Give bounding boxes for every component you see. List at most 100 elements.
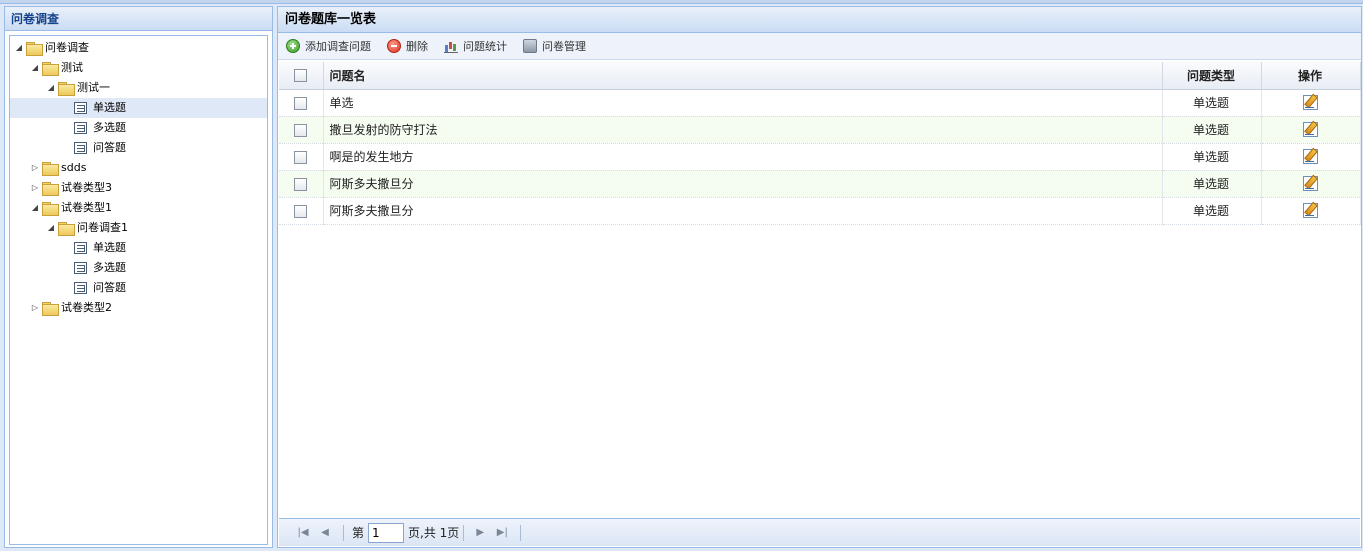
question-type-cell: 单选题 — [1162, 197, 1262, 225]
table-row[interactable]: 单选 单选题 — [279, 89, 1361, 117]
edit-icon[interactable] — [1302, 176, 1318, 191]
folder-icon — [26, 42, 43, 56]
tree-node[interactable]: ◢ 测试一 — [10, 78, 267, 98]
last-page-icon[interactable]: ▶| — [494, 525, 510, 541]
collapse-arrow-icon[interactable]: ◢ — [14, 38, 24, 58]
tree-node[interactable]: ▷ 试卷类型3 — [10, 178, 267, 198]
survey-tree-panel: 问卷调查 ◢ 问卷调查 ◢ 测试 ◢ 测试一 单选题 多选题 问答题 ▷ sdds ▷ 试卷类型3 ◢ 试卷… — [4, 6, 273, 548]
select-all-cell — [279, 62, 324, 90]
page-number-input[interactable] — [368, 522, 405, 543]
folder-icon — [42, 302, 59, 316]
folder-icon — [42, 62, 59, 76]
survey-manage-button[interactable]: 问卷管理 — [523, 35, 586, 57]
tree-node-label: 问答题 — [93, 281, 126, 294]
prev-page-icon[interactable]: ◀ — [317, 525, 333, 541]
pager-separator — [343, 524, 344, 541]
tree-node[interactable]: ▷ 试卷类型2 — [10, 298, 267, 318]
add-question-button[interactable]: 添加调查问题 — [286, 35, 371, 57]
collapse-arrow-icon[interactable]: ◢ — [30, 58, 40, 78]
manage-icon — [523, 39, 537, 53]
expand-arrow-icon[interactable]: ▷ — [30, 178, 40, 198]
tree-node[interactable]: 多选题 — [10, 118, 267, 138]
delete-button[interactable]: 删除 — [387, 35, 428, 57]
tree-node[interactable]: 问答题 — [10, 278, 267, 298]
question-bank-panel: 问卷题库一览表 添加调查问题 删除 问题统计 问卷管理 问题名 问题类型 操作 … — [277, 6, 1362, 548]
edit-icon[interactable] — [1302, 95, 1318, 110]
tree-node-label: 多选题 — [93, 121, 126, 134]
tree-node[interactable]: ◢ 试卷类型1 — [10, 198, 267, 218]
delete-icon — [387, 39, 401, 53]
row-checkbox[interactable] — [293, 96, 307, 110]
action-cell — [1261, 170, 1361, 198]
tree-node-label: 单选题 — [93, 101, 126, 114]
bar-chart-icon — [444, 39, 458, 53]
pagination-bar: |◀ ◀ 第 页,共 1页 ▶ ▶| — [279, 518, 1360, 546]
row-select-cell — [279, 143, 324, 171]
header-question-name[interactable]: 问题名 — [323, 62, 1163, 90]
tree-node[interactable]: 单选题 — [10, 238, 267, 258]
folder-icon — [58, 222, 75, 236]
row-select-cell — [279, 170, 324, 198]
action-cell — [1261, 143, 1361, 171]
table-row[interactable]: 啊是的发生地方 单选题 — [279, 143, 1361, 171]
row-checkbox[interactable] — [293, 150, 307, 164]
folder-icon — [42, 162, 59, 176]
question-stats-button[interactable]: 问题统计 — [444, 35, 507, 57]
row-checkbox[interactable] — [293, 204, 307, 218]
tree-node[interactable]: 多选题 — [10, 258, 267, 278]
tree-node[interactable]: ◢ 问卷调查 — [10, 38, 267, 58]
expand-arrow-icon[interactable]: ▷ — [30, 298, 40, 318]
folder-icon — [58, 82, 75, 96]
collapse-arrow-icon[interactable]: ◢ — [46, 218, 56, 238]
edit-icon[interactable] — [1302, 149, 1318, 164]
tree-node-label: sdds — [61, 161, 87, 174]
row-checkbox[interactable] — [293, 123, 307, 137]
select-all-checkbox[interactable] — [293, 69, 307, 83]
tree-node-label: 多选题 — [93, 261, 126, 274]
tree-node-label: 问答题 — [93, 141, 126, 154]
survey-manage-label: 问卷管理 — [542, 40, 586, 53]
header-action: 操作 — [1261, 62, 1361, 90]
table-row[interactable]: 阿斯多夫撒旦分 单选题 — [279, 170, 1361, 198]
tree-node[interactable]: 单选题 — [10, 98, 267, 118]
question-grid: 问题名 问题类型 操作 单选 单选题 撒旦发射的防守打法 单选题 啊是的发生地方 单选题阿… — [279, 62, 1361, 225]
question-type-cell: 单选题 — [1162, 143, 1262, 171]
row-select-cell — [279, 197, 324, 225]
question-type-cell: 单选题 — [1162, 170, 1262, 198]
row-select-cell — [279, 116, 324, 144]
collapse-arrow-icon[interactable]: ◢ — [30, 198, 40, 218]
top-border — [0, 0, 1363, 4]
question-bank-title: 问卷题库一览表 — [278, 7, 1361, 33]
pager-separator — [463, 524, 465, 541]
question-type-icon — [74, 142, 87, 154]
tree-node[interactable]: ▷ sdds — [10, 158, 267, 178]
question-name-cell: 撒旦发射的防守打法 — [323, 116, 1163, 144]
row-checkbox[interactable] — [293, 177, 307, 191]
tree-node[interactable]: 问答题 — [10, 138, 267, 158]
first-page-icon[interactable]: |◀ — [295, 525, 311, 541]
table-row[interactable]: 撒旦发射的防守打法 单选题 — [279, 116, 1361, 144]
tree-node[interactable]: ◢ 测试 — [10, 58, 267, 78]
question-name-cell: 阿斯多夫撒旦分 — [323, 170, 1163, 198]
header-question-type[interactable]: 问题类型 — [1162, 62, 1262, 90]
expand-arrow-icon[interactable]: ▷ — [30, 158, 40, 178]
grid-header-row: 问题名 问题类型 操作 — [279, 62, 1361, 90]
add-question-label: 添加调查问题 — [305, 40, 371, 53]
question-name-cell: 单选 — [323, 89, 1163, 117]
collapse-arrow-icon[interactable]: ◢ — [46, 78, 56, 98]
question-type-icon — [74, 262, 87, 274]
tree-node[interactable]: ◢ 问卷调查1 — [10, 218, 267, 238]
tree-node-label: 试卷类型3 — [61, 181, 112, 194]
question-type-icon — [74, 102, 87, 114]
next-page-icon[interactable]: ▶ — [472, 525, 488, 541]
action-cell — [1261, 116, 1361, 144]
question-type-icon — [74, 242, 87, 254]
tree-node-label: 问卷调查1 — [77, 221, 128, 234]
tree-node-label: 测试一 — [77, 81, 110, 94]
pager-separator — [520, 524, 522, 541]
row-select-cell — [279, 89, 324, 117]
edit-icon[interactable] — [1302, 122, 1318, 137]
edit-icon[interactable] — [1302, 203, 1318, 218]
action-cell — [1261, 197, 1361, 225]
table-row[interactable]: 阿斯多夫撒旦分 单选题 — [279, 197, 1361, 225]
